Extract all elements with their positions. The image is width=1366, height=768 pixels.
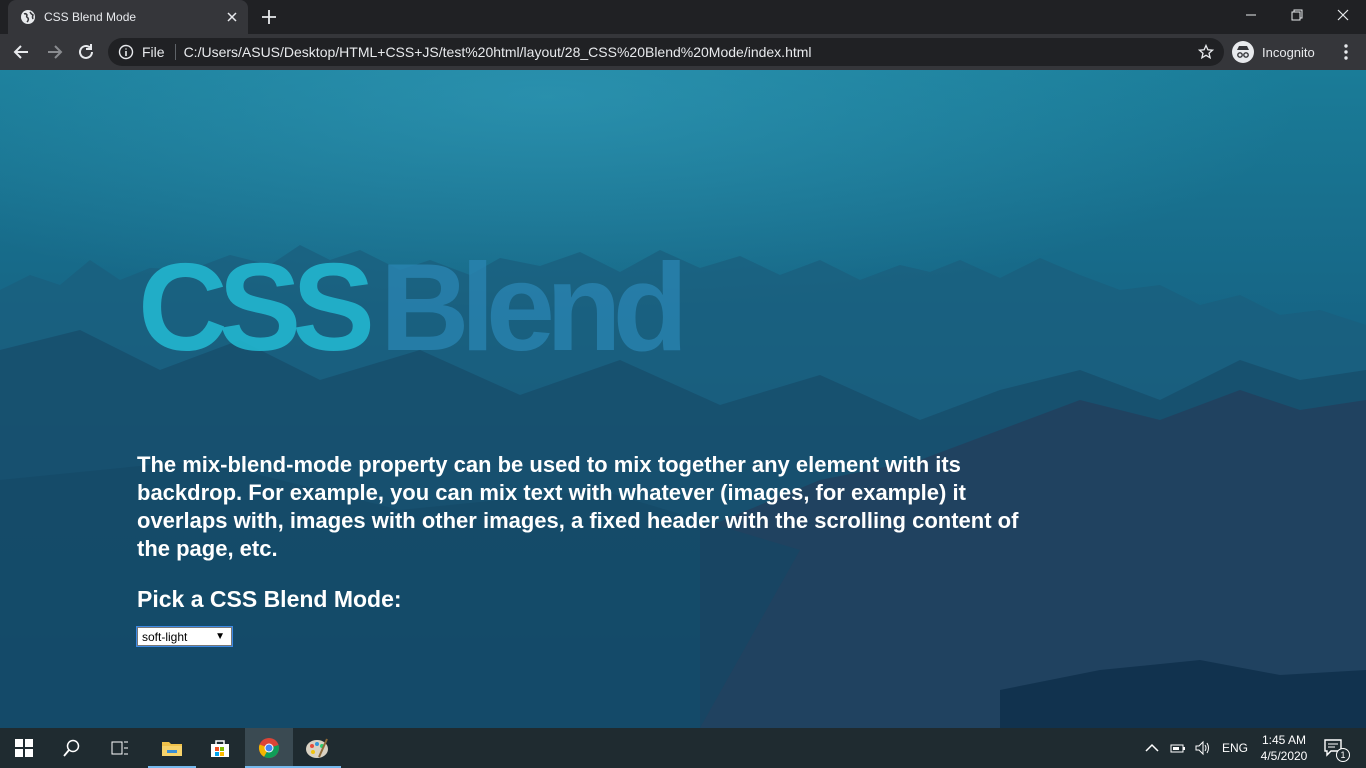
- volume-icon[interactable]: [1194, 740, 1212, 756]
- blend-heading: CSS Blend: [138, 246, 688, 370]
- search-icon: [63, 739, 80, 757]
- info-icon[interactable]: [118, 44, 134, 60]
- url-text[interactable]: C:/Users/ASUS/Desktop/HTML+CSS+JS/test%2…: [184, 44, 812, 60]
- page-viewport: CSS Blend The mix-blend-mode property can…: [0, 70, 1366, 728]
- bookmark-star-icon[interactable]: [1198, 44, 1214, 60]
- store-button[interactable]: [196, 728, 244, 768]
- file-explorer-button[interactable]: [148, 728, 196, 768]
- heading-word-css: CSS: [138, 239, 375, 377]
- browser-tab[interactable]: CSS Blend Mode: [8, 0, 248, 34]
- language-indicator[interactable]: ENG: [1222, 741, 1248, 755]
- forward-arrow-icon[interactable]: [44, 42, 64, 62]
- chevron-up-icon[interactable]: [1144, 740, 1160, 756]
- minimize-button[interactable]: [1228, 0, 1274, 30]
- address-bar[interactable]: File C:/Users/ASUS/Desktop/HTML+CSS+JS/t…: [108, 38, 1224, 66]
- windows-logo-icon: [15, 739, 33, 757]
- minimize-icon: [1246, 14, 1256, 16]
- omnibox-divider: [174, 44, 176, 60]
- close-window-button[interactable]: [1320, 0, 1366, 30]
- heading-word-blend: Blend: [379, 239, 688, 377]
- battery-icon[interactable]: [1168, 740, 1186, 756]
- paint-palette-icon: [306, 738, 328, 758]
- select-value: soft-light: [142, 629, 188, 644]
- close-window-icon: [1337, 9, 1349, 21]
- url-scheme-label: File: [142, 44, 165, 60]
- folder-icon: [162, 742, 182, 756]
- incognito-label: Incognito: [1262, 44, 1315, 60]
- notification-count-badge: 1: [1336, 748, 1350, 762]
- browser-title-bar: CSS Blend Mode: [0, 0, 1366, 34]
- tab-title: CSS Blend Mode: [44, 10, 137, 24]
- paint-button[interactable]: [293, 728, 341, 768]
- task-view-icon: [111, 741, 128, 755]
- reload-icon[interactable]: [76, 42, 96, 62]
- new-tab-icon[interactable]: [260, 8, 278, 26]
- action-center-button[interactable]: 1: [1310, 728, 1358, 768]
- restore-icon: [1291, 9, 1303, 21]
- browser-toolbar: File C:/Users/ASUS/Desktop/HTML+CSS+JS/t…: [0, 34, 1366, 70]
- chrome-icon: [258, 738, 279, 759]
- start-button[interactable]: [0, 728, 48, 768]
- globe-icon: [21, 10, 35, 24]
- close-tab-icon[interactable]: [224, 9, 240, 25]
- restore-button[interactable]: [1274, 0, 1320, 30]
- chrome-taskbar-button[interactable]: [245, 728, 293, 768]
- dropdown-arrow-icon: ▼: [215, 631, 225, 642]
- incognito-indicator[interactable]: Incognito: [1232, 38, 1315, 66]
- clock-date: 4/5/2020: [1260, 749, 1308, 763]
- clock[interactable]: 1:45 AM 4/5/2020: [1252, 732, 1316, 764]
- clock-time: 1:45 AM: [1261, 733, 1307, 747]
- pick-blend-mode-label: Pick a CSS Blend Mode:: [137, 586, 402, 612]
- incognito-icon: [1232, 41, 1254, 63]
- description-text: The mix-blend-mode property can be used …: [137, 452, 1019, 561]
- store-bag-icon: [211, 740, 229, 757]
- task-view-button[interactable]: [96, 728, 144, 768]
- system-tray: ENG: [1144, 728, 1248, 768]
- blend-mode-select[interactable]: soft-light ▼: [136, 626, 233, 647]
- back-arrow-icon[interactable]: [12, 42, 32, 62]
- more-vertical-icon[interactable]: [1336, 42, 1356, 62]
- search-button[interactable]: [48, 728, 96, 768]
- windows-taskbar: ENG 1:45 AM 4/5/2020 1: [0, 728, 1366, 768]
